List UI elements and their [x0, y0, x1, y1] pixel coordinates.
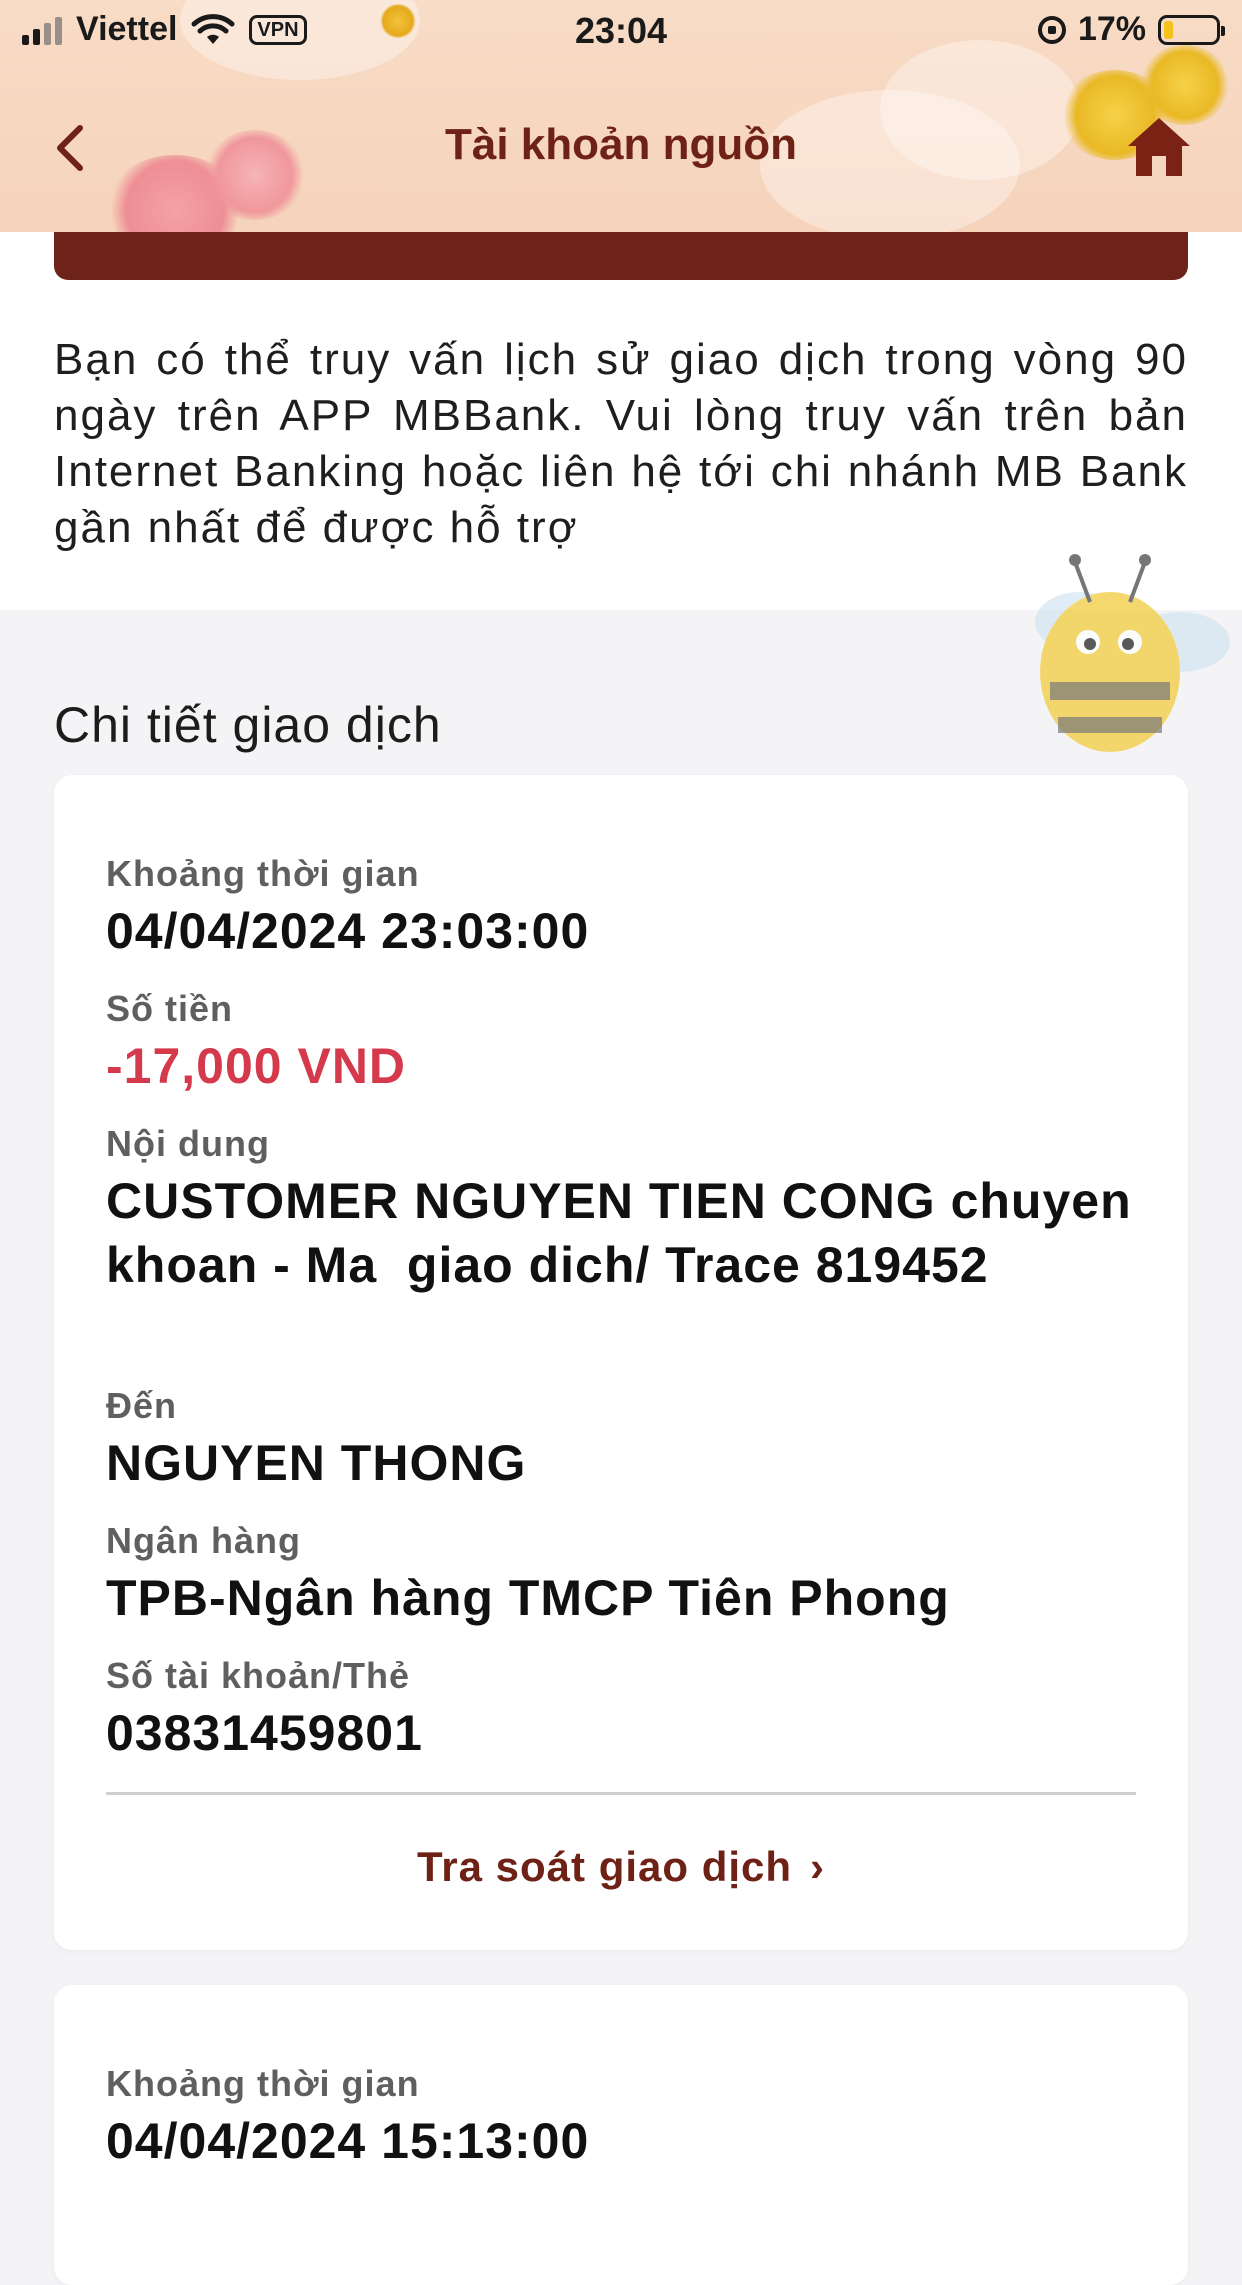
card-divider: [106, 1792, 1136, 1795]
battery-icon: [1158, 14, 1225, 45]
battery-percent: 17%: [1077, 10, 1146, 48]
time-field: Khoảng thời gian 04/04/2024 23:03:00: [106, 853, 1136, 963]
recipient-value: NGUYEN THONG: [106, 1435, 527, 1491]
content-field: Nội dung CUSTOMER NGUYEN TIEN CONG chuye…: [106, 1123, 1136, 1297]
chevron-right-icon: ›: [810, 1843, 826, 1890]
app-header: Viettel VPN 23:04 17% Tài khoản nguồn: [0, 0, 1242, 232]
time-value: 04/04/2024 15:13:00: [106, 2113, 590, 2169]
bee-mascot-icon: [1035, 554, 1230, 752]
transaction-card: Khoảng thời gian 04/04/2024 23:03:00 Số …: [54, 775, 1188, 1950]
trace-link-label: Tra soát giao dịch: [416, 1843, 793, 1890]
amount-value: -17,000 VND: [106, 1038, 407, 1094]
time-field: Khoảng thời gian 04/04/2024 15:13:00: [106, 2063, 1136, 2173]
time-label: Khoảng thời gian: [106, 2063, 420, 2104]
recipient-label: Đến: [106, 1385, 178, 1426]
bank-value: TPB-Ngân hàng TMCP Tiên Phong: [106, 1570, 950, 1626]
time-value: 04/04/2024 23:03:00: [106, 903, 590, 959]
bank-field: Ngân hàng TPB-Ngân hàng TMCP Tiên Phong: [106, 1520, 1136, 1630]
transaction-card: Khoảng thời gian 04/04/2024 15:13:00: [54, 1985, 1188, 2285]
amount-field: Số tiền -17,000 VND: [106, 988, 1136, 1098]
recipient-field: Đến NGUYEN THONG: [106, 1385, 1136, 1495]
account-label: Số tài khoản/Thẻ: [106, 1655, 411, 1696]
home-button[interactable]: [1124, 112, 1194, 182]
page-title: Tài khoản nguồn: [445, 120, 797, 169]
time-label: Khoảng thời gian: [106, 853, 420, 894]
battery-fill: [1164, 20, 1173, 39]
rotation-lock-icon: [1037, 15, 1066, 44]
home-icon: [1128, 118, 1190, 176]
history-notice-text: Bạn có thể truy vấn lịch sử giao dịch tr…: [54, 335, 1188, 552]
account-value: 03831459801: [106, 1705, 423, 1761]
amount-label: Số tiền: [106, 988, 234, 1029]
bank-label: Ngân hàng: [106, 1520, 301, 1561]
status-right: 17%: [1037, 10, 1225, 49]
content-value: CUSTOMER NGUYEN TIEN CONG chuyen khoan -…: [106, 1173, 1147, 1293]
account-field: Số tài khoản/Thẻ 03831459801: [106, 1655, 1136, 1765]
content-label: Nội dung: [106, 1123, 270, 1164]
trace-transaction-link[interactable]: Tra soát giao dịch ›: [54, 1843, 1188, 1891]
section-title: Chi tiết giao dịch: [54, 697, 442, 753]
status-bar: Viettel VPN 23:04 17%: [0, 0, 1242, 62]
